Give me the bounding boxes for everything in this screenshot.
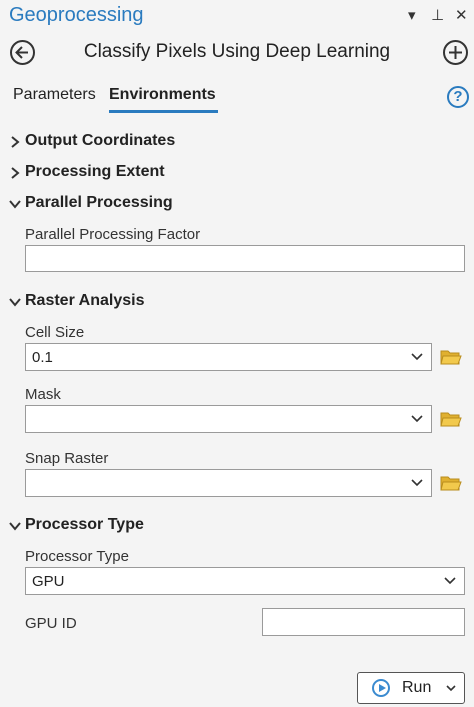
plus-icon — [449, 46, 462, 59]
chevron-right-icon — [11, 136, 20, 148]
parallel-processing-factor-label: Parallel Processing Factor — [25, 226, 201, 243]
pane-title-bar: Geoprocessing ▾ ⊥ ✕ — [0, 0, 474, 32]
run-label: Run — [402, 679, 432, 696]
chevron-down-icon — [411, 353, 423, 361]
parallel-processing-factor-input[interactable] — [25, 245, 465, 272]
cell-size-select[interactable]: 0.1 — [25, 343, 432, 371]
section-label: Parallel Processing — [25, 194, 173, 211]
tab-bar: Parameters Environments — [0, 86, 474, 113]
gpu-id-label: GPU ID — [25, 615, 77, 632]
chevron-down-icon — [444, 577, 456, 585]
chevron-down-icon — [411, 415, 423, 423]
section-label: Processing Extent — [25, 163, 165, 180]
chevron-down-icon — [9, 298, 21, 307]
pane-options-icon[interactable]: ▾ — [408, 6, 416, 24]
tool-title: Classify Pixels Using Deep Learning — [83, 41, 391, 62]
chevron-down-icon[interactable] — [446, 685, 456, 692]
tab-parameters[interactable]: Parameters — [13, 86, 96, 104]
processor-type-select[interactable]: GPU — [25, 567, 465, 595]
field-value: 0.1 — [32, 349, 53, 366]
section-label: Processor Type — [25, 516, 144, 533]
folder-icon[interactable] — [440, 410, 462, 428]
section-label: Output Coordinates — [25, 132, 176, 149]
run-button[interactable]: Run — [357, 672, 465, 704]
mask-label: Mask — [25, 386, 61, 403]
snap-raster-select[interactable] — [25, 469, 432, 497]
mask-select[interactable] — [25, 405, 432, 433]
tool-header: Classify Pixels Using Deep Learning — [0, 36, 474, 70]
chevron-right-icon — [11, 167, 20, 179]
section-label: Raster Analysis — [25, 292, 145, 309]
pin-icon[interactable]: ⊥ — [431, 6, 444, 24]
tab-environments[interactable]: Environments — [109, 86, 216, 104]
folder-icon[interactable] — [440, 348, 462, 366]
snap-raster-label: Snap Raster — [25, 450, 109, 467]
help-icon[interactable]: ? — [447, 86, 469, 108]
chevron-down-icon — [9, 522, 21, 531]
active-tab-indicator — [109, 110, 218, 113]
pane-title: Geoprocessing — [9, 4, 144, 26]
chevron-down-icon — [411, 479, 423, 487]
close-icon[interactable]: ✕ — [455, 6, 468, 24]
add-button[interactable] — [443, 40, 468, 65]
processor-type-label: Processor Type — [25, 548, 129, 565]
cell-size-label: Cell Size — [25, 324, 85, 341]
gpu-id-input[interactable] — [262, 608, 465, 636]
folder-icon[interactable] — [440, 474, 462, 492]
chevron-down-icon — [9, 200, 21, 209]
field-value: GPU — [32, 573, 65, 590]
play-icon — [372, 679, 390, 697]
